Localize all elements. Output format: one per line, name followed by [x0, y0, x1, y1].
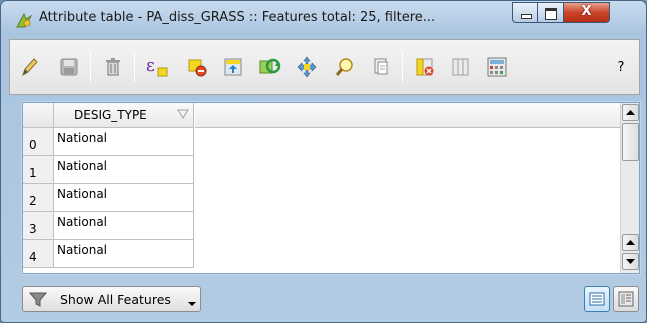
- save-edits-button[interactable]: [56, 54, 82, 80]
- table-view-button[interactable]: [584, 286, 610, 312]
- new-column-button[interactable]: [448, 54, 474, 80]
- toolbar-separator: [90, 52, 91, 82]
- table-row[interactable]: 4 National: [23, 240, 194, 268]
- form-view-icon: [618, 291, 634, 307]
- pan-map-to-selection-icon: [297, 56, 317, 78]
- maximize-button[interactable]: [538, 2, 564, 23]
- toggle-editing-button[interactable]: [16, 54, 42, 80]
- sort-indicator-icon: [177, 109, 189, 119]
- table-row[interactable]: 0 National: [23, 128, 194, 156]
- table-cell[interactable]: National: [54, 156, 194, 184]
- column-header-label: DESIG_TYPE: [74, 108, 147, 122]
- delete-column-button[interactable]: [412, 54, 438, 80]
- scroll-up-arrow-icon: [626, 110, 635, 115]
- help-label: ?: [617, 59, 625, 75]
- vertical-scrollbar[interactable]: [620, 103, 639, 273]
- field-calculator-icon: [487, 57, 507, 77]
- minimize-button[interactable]: [512, 2, 538, 23]
- deselect-all-button[interactable]: [184, 54, 210, 80]
- copy-rows-button[interactable]: [368, 54, 394, 80]
- row-header[interactable]: 2: [23, 184, 54, 212]
- row-header[interactable]: 4: [23, 240, 54, 268]
- svg-text:ε: ε: [146, 56, 155, 76]
- table-view-icon: [589, 292, 605, 306]
- chevron-down-icon: [188, 302, 196, 306]
- invert-selection-button[interactable]: [256, 54, 282, 80]
- zoom-map-to-selection-icon: [335, 58, 353, 76]
- attribute-table[interactable]: DESIG_TYPE 0 National 1 National 2 Natio…: [22, 102, 640, 274]
- move-selection-to-top-button[interactable]: [220, 54, 246, 80]
- select-by-expression-button[interactable]: ε: [144, 54, 170, 80]
- delete-column-icon: [416, 58, 434, 76]
- delete-selected-icon: [106, 58, 120, 76]
- scroll-down-button[interactable]: [622, 253, 639, 270]
- copy-rows-icon: [374, 58, 388, 75]
- header-filler: [195, 103, 621, 128]
- select-by-expression-icon: ε: [146, 56, 168, 77]
- row-header[interactable]: 1: [23, 156, 54, 184]
- scroll-up-arrow-icon: [626, 240, 635, 245]
- move-selection-to-top-icon: [224, 58, 242, 76]
- save-edits-icon: [60, 58, 78, 76]
- filter-button-label: Show All Features: [60, 292, 171, 307]
- invert-selection-icon: [259, 58, 281, 74]
- row-header[interactable]: 0: [23, 128, 54, 156]
- help-button[interactable]: ?: [608, 54, 634, 80]
- delete-selected-button[interactable]: [100, 54, 126, 80]
- scroll-down-arrow-icon: [626, 259, 635, 264]
- form-view-button[interactable]: [613, 286, 639, 312]
- zoom-map-to-selection-button[interactable]: [332, 54, 358, 80]
- title-bar[interactable]: Attribute table - PA_diss_GRASS :: Featu…: [1, 1, 646, 35]
- toolbar-separator: [402, 52, 403, 82]
- field-calculator-button[interactable]: [484, 54, 510, 80]
- deselect-all-icon: [188, 59, 207, 77]
- toolbar-separator: [134, 52, 135, 82]
- pencil-edit-icon: [22, 58, 38, 77]
- close-icon: X: [581, 4, 592, 19]
- table-cell[interactable]: National: [54, 128, 194, 156]
- new-column-icon: [452, 58, 469, 76]
- close-button[interactable]: X: [564, 2, 610, 23]
- column-header-desig-type[interactable]: DESIG_TYPE: [54, 103, 194, 128]
- table-cell[interactable]: National: [54, 212, 194, 240]
- row-header[interactable]: 3: [23, 212, 54, 240]
- scroll-up-button[interactable]: [622, 104, 639, 121]
- table-row[interactable]: 2 National: [23, 184, 194, 212]
- scrollbar-thumb[interactable]: [622, 123, 639, 161]
- scroll-up-button-secondary[interactable]: [622, 234, 639, 251]
- show-all-features-dropdown[interactable]: Show All Features: [22, 286, 201, 312]
- attribute-table-window: Attribute table - PA_diss_GRASS :: Featu…: [0, 0, 647, 323]
- pan-map-to-selection-button[interactable]: [294, 54, 320, 80]
- table-corner-select-all[interactable]: [23, 103, 54, 128]
- filter-funnel-icon: [29, 292, 47, 307]
- table-cell[interactable]: National: [54, 240, 194, 268]
- qgis-app-icon: [16, 12, 33, 28]
- table-cell[interactable]: National: [54, 184, 194, 212]
- attribute-toolbar: ε ?: [9, 39, 640, 95]
- table-row[interactable]: 3 National: [23, 212, 194, 240]
- table-row[interactable]: 1 National: [23, 156, 194, 184]
- window-title: Attribute table - PA_diss_GRASS :: Featu…: [39, 10, 436, 25]
- window-controls: X: [512, 2, 610, 24]
